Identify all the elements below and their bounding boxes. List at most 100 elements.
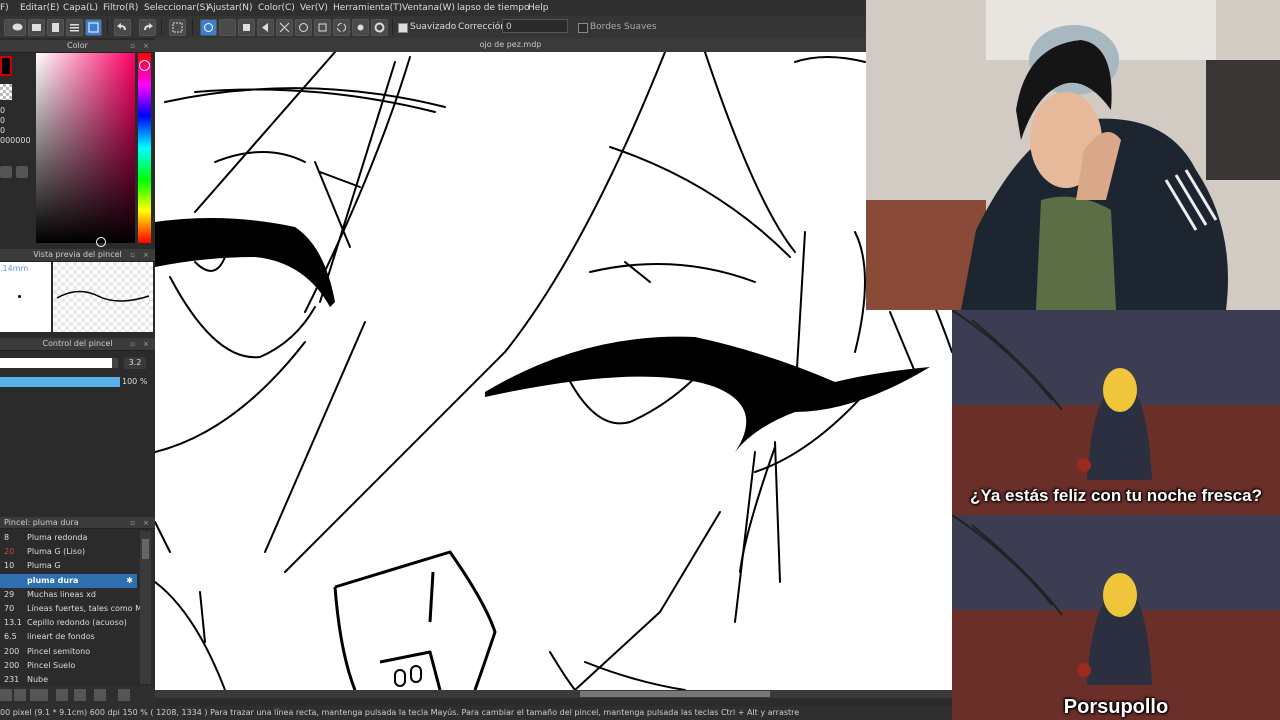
palette-icon[interactable] [0,166,12,178]
brush-size-text: .14mm [0,264,29,273]
document-icon[interactable] [56,689,68,701]
menu-item[interactable]: Color(C) [258,0,295,16]
trash-icon[interactable] [118,689,130,701]
brush-size-value[interactable]: 3.2 [124,357,146,369]
gear-icon[interactable]: ✱ [126,574,133,588]
menu-item[interactable]: Seleccionar(S) [144,0,209,16]
brush-list-header: Pincel: pluma dura ▫ × [0,517,155,529]
rect-icon[interactable] [238,19,255,36]
redo-icon[interactable] [139,19,156,36]
correction-label: Corrección [458,22,506,32]
webcam-feed [866,0,1280,310]
folder-icon[interactable] [74,689,86,701]
brush-control-header: Control del pincel ▫ × [0,338,155,351]
saturation-value-picker[interactable] [36,53,135,243]
brush-name: Muchas lineas xd [27,589,96,599]
arrow-left-icon[interactable] [257,19,274,36]
rotate-icon[interactable] [333,19,350,36]
eyedropper-icon[interactable] [16,166,28,178]
hue-slider[interactable] [138,53,151,243]
square-icon[interactable] [314,19,331,36]
menu-item[interactable]: Filtro(R) [103,0,138,16]
list-icon[interactable] [66,19,83,36]
brush-list-item[interactable]: 200 Pincel Suelo [0,659,137,673]
brush-list-item[interactable]: 13.1 Cepillo redondo (acuoso) [0,616,137,630]
drawing-canvas[interactable] [155,52,952,690]
brush-name: lineart de fondos [27,632,95,642]
new-page-icon[interactable] [14,689,26,701]
brush-list-item[interactable]: 20 Pluma G (Liso) [0,545,137,559]
soft-edges-checkbox[interactable] [578,23,588,33]
brush-name: Cepillo redondo (acuoso) [27,618,127,628]
settings-icon[interactable] [371,19,388,36]
transparent-swatch[interactable] [0,84,12,100]
menu-item[interactable]: F) [0,0,9,16]
brush-size-number: 8 [4,533,10,542]
correction-input[interactable]: 0 [502,19,568,33]
duplicate-icon[interactable] [94,689,106,701]
color-panel-header: Color ▫ × [0,40,155,53]
toolbar: Suavizado Corrección 0 Bordes Suaves [0,16,866,39]
smooth-checkbox[interactable] [398,23,408,33]
transform-icon[interactable] [276,19,293,36]
hue-cursor[interactable] [139,60,150,71]
menu-item[interactable]: Capa(L) [63,0,98,16]
menu-item[interactable]: Editar(E) [20,0,59,16]
brush-list-item[interactable]: 231 Nube [0,673,137,686]
fill-mode-icon[interactable] [219,19,236,36]
new-layer-icon[interactable] [0,689,12,701]
brush-size-number: 10 [4,561,15,571]
brush-name: pluma dura [27,575,79,585]
brush-mode-icon[interactable] [200,19,217,36]
layer-type-icon[interactable] [30,689,48,701]
menu-item[interactable]: Ajustar(N) [207,0,253,16]
brush-list-scrollbar[interactable] [140,531,151,684]
brush-size-number: 6.5 [4,632,17,642]
brush-size-number: 231 [4,675,20,684]
menu-item[interactable]: Herramienta(T) [333,0,402,16]
gear-icon[interactable] [352,19,369,36]
brush-list-item[interactable]: pluma dura ✱ [0,573,137,588]
brush-list-item[interactable]: 29 Muchas lineas xd [0,588,137,602]
canvas-title: ojo de pez.mdp [155,38,866,52]
brush-size-number: 13.1 [4,618,22,628]
brush-name: Pincel Suelo [27,660,76,670]
smooth-label: Suavizado [410,22,457,32]
chat-icon[interactable] [9,19,26,36]
meme-caption-top: ¿Ya estás feliz con tu noche fresca? [970,486,1262,505]
brush-size-number: 29 [4,589,15,599]
brush-dot-preview: .14mm [0,262,51,332]
scroll-thumb[interactable] [580,691,770,697]
layout-icon[interactable] [85,19,102,36]
foreground-color-swatch[interactable] [0,56,12,76]
menu-item[interactable]: lapso de tiempo [457,0,529,16]
status-bar: 00 pixel (9.1 * 9.1cm) 600 dpi 150 % ( 1… [0,706,952,720]
brush-stroke-preview [53,262,153,332]
brush-size-number: 20 [4,547,15,557]
brush-name: Pincel semitono [27,646,91,656]
opacity-slider[interactable] [0,377,120,387]
brush-list-item[interactable]: 70 Líneas fuertes, tales como Ma [0,602,140,616]
brush-name: Líneas fuertes, tales como Ma [27,604,140,613]
brush-list-item[interactable]: 10 Pluma G [0,559,137,573]
meme-overlay: ¿Ya estás feliz con tu noche fresca? Por… [952,310,1280,720]
brush-preview-header: Vista previa del pincel ▫ × [0,249,155,262]
menu-item[interactable]: Help [528,0,549,16]
color-picker-cursor[interactable] [96,237,106,247]
selection-icon[interactable] [169,19,186,36]
message-icon[interactable] [28,19,45,36]
brush-list-item[interactable]: 8 Pluma redonda [0,531,137,545]
undo-icon[interactable] [114,19,131,36]
menu-item[interactable]: Ver(V) [300,0,328,16]
brush-name: Nube [27,675,49,684]
brush-size-slider[interactable] [0,358,118,368]
menu-item[interactable]: Ventana(W) [402,0,455,16]
canvas-horizontal-scrollbar[interactable] [155,690,952,698]
soft-edges-label: Bordes Suaves [590,22,657,32]
menu-bar: F) Editar(E) Capa(L) Filtro(R) Seleccionar(S… [0,0,866,16]
brush-name: Pluma G (Liso) [27,547,86,557]
document-icon[interactable] [47,19,64,36]
brush-list-item[interactable]: 200 Pincel semitono [0,645,137,659]
circle-icon[interactable] [295,19,312,36]
brush-list-item[interactable]: 6.5 lineart de fondos [0,630,137,644]
